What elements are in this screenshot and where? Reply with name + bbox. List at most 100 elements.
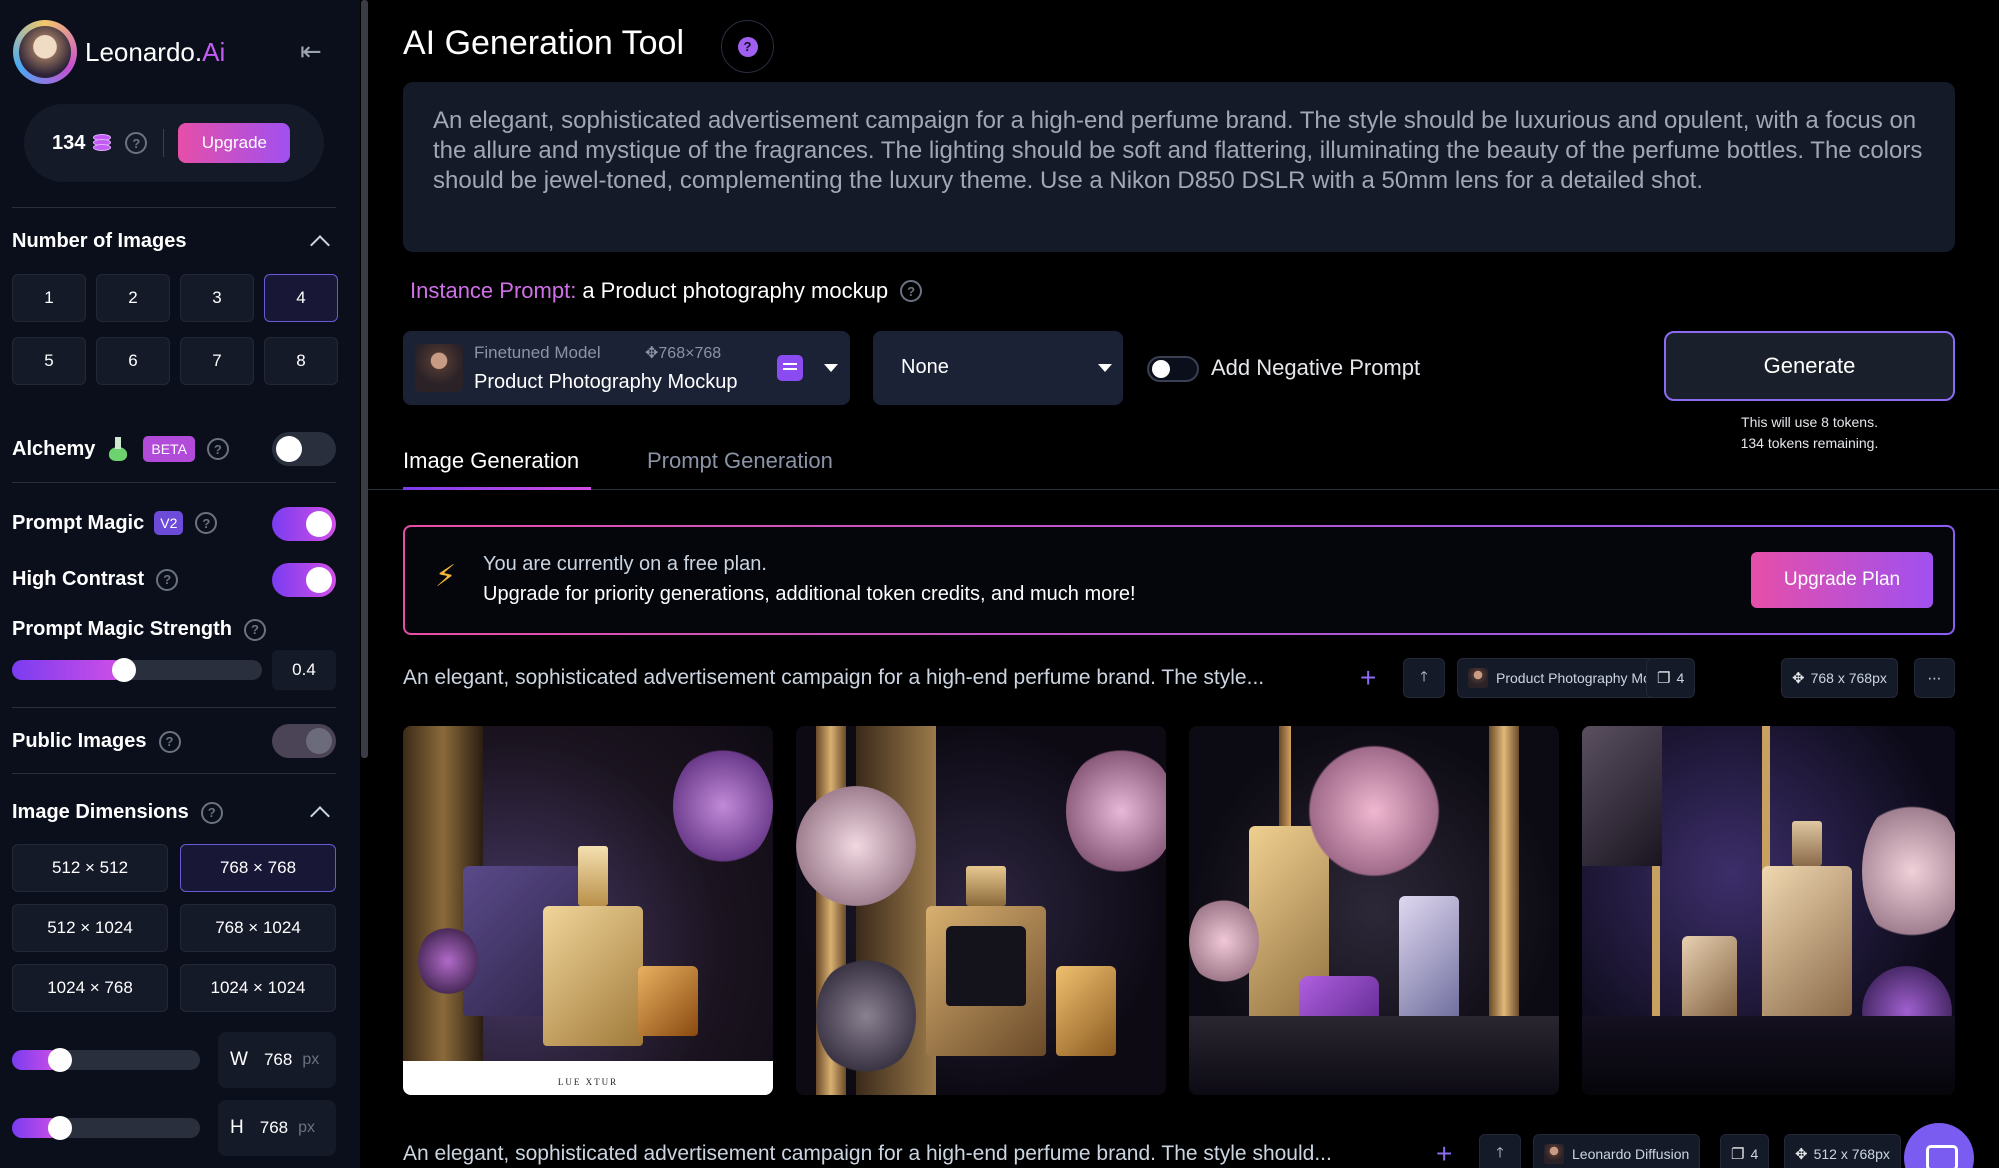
instance-prompt-value: a Product photography mockup (582, 278, 889, 303)
image-dimensions-row[interactable]: Image Dimensions ? (12, 801, 223, 824)
help-button[interactable]: ? (721, 20, 774, 73)
move-icon: ✥ (645, 345, 659, 362)
width-slider[interactable] (12, 1048, 200, 1072)
image-count-chip: ❐ 4 (1720, 1134, 1770, 1168)
size-chip: ✥ 768 x 768px (1781, 658, 1898, 698)
model-details-icon[interactable] (777, 355, 803, 381)
help-icon[interactable]: ? (900, 280, 923, 302)
num-images-7[interactable]: 7 (180, 337, 254, 385)
v2-badge[interactable]: V2 (154, 511, 184, 535)
num-images-8[interactable]: 8 (264, 337, 338, 385)
slider-fill (12, 660, 124, 680)
generation-prompt[interactable]: An elegant, sophisticated advertisement … (403, 1142, 1332, 1166)
brand[interactable]: Leonardo.Ai (13, 20, 225, 84)
dimension-512x1024[interactable]: 512 × 1024 (12, 904, 168, 952)
chat-support-button[interactable] (1904, 1123, 1974, 1168)
upgrade-button[interactable]: Upgrade (178, 123, 291, 163)
prompt-magic-strength-slider[interactable] (12, 658, 262, 682)
sidebar-scrollbar[interactable] (361, 0, 368, 758)
number-of-images-title[interactable]: Number of Images (12, 230, 186, 253)
help-icon[interactable]: ? (158, 730, 181, 753)
num-images-2[interactable]: 2 (96, 274, 170, 322)
prompt-magic-strength-label: Prompt Magic Strength (12, 618, 233, 640)
dimension-512x512[interactable]: 512 × 512 (12, 844, 168, 892)
generate-button[interactable]: Generate (1664, 331, 1955, 401)
help-icon[interactable]: ? (125, 132, 148, 154)
image-count: 4 (1676, 670, 1685, 686)
prompt-magic-strength-row: Prompt Magic Strength ? (12, 618, 267, 641)
more-options-button[interactable]: ⋯ (1914, 658, 1955, 698)
num-images-6[interactable]: 6 (96, 337, 170, 385)
token-count: 134 (52, 131, 86, 154)
arrow-up-icon: 🡑 (1420, 668, 1428, 684)
instance-prompt: Instance Prompt: a Product photography m… (410, 278, 923, 304)
model-thumbnail (415, 344, 463, 392)
style-select[interactable]: None (873, 331, 1123, 405)
beta-badge: BETA (143, 436, 195, 462)
public-images-toggle[interactable] (272, 724, 336, 758)
dimension-1024x1024[interactable]: 1024 × 1024 (180, 964, 336, 1012)
divider (12, 773, 336, 774)
prompt-magic-toggle[interactable] (272, 507, 336, 541)
lightning-icon: ⚡ (435, 560, 457, 593)
help-icon[interactable]: ? (244, 618, 267, 641)
negative-prompt-toggle[interactable] (1147, 356, 1199, 382)
height-value[interactable]: 768 (260, 1118, 288, 1138)
num-images-3[interactable]: 3 (180, 274, 254, 322)
chevron-down-icon (1098, 364, 1112, 372)
alchemy-toggle[interactable] (272, 432, 336, 466)
slider-thumb[interactable] (112, 658, 136, 682)
move-icon: ✥ (1792, 670, 1805, 687)
generated-image[interactable] (1582, 726, 1955, 1095)
free-plan-banner: ⚡ You are currently on a free plan. Upgr… (403, 525, 1955, 635)
arrow-up-button[interactable]: 🡑 (1479, 1134, 1521, 1168)
generated-image[interactable] (796, 726, 1166, 1095)
slider-thumb[interactable] (48, 1048, 72, 1072)
plus-icon[interactable]: + (1436, 1138, 1452, 1168)
plus-icon[interactable]: + (1360, 662, 1376, 694)
model-select[interactable]: Finetuned Model ✥768×768 Product Photogr… (403, 331, 850, 405)
brand-name: Leonardo.Ai (85, 36, 226, 67)
help-icon[interactable]: ? (195, 512, 218, 534)
help-icon[interactable]: ? (156, 568, 179, 591)
help-icon[interactable]: ? (200, 801, 223, 824)
help-icon[interactable]: ? (206, 438, 229, 460)
width-field[interactable]: W 768 px (218, 1032, 336, 1088)
dimension-768x1024[interactable]: 768 × 1024 (180, 904, 336, 952)
negative-prompt-label[interactable]: Add Negative Prompt (1211, 355, 1420, 381)
num-images-5[interactable]: 5 (12, 337, 86, 385)
size-label: 512 x 768px (1813, 1146, 1890, 1162)
model-chip[interactable]: Leonardo Diffusion (1533, 1134, 1701, 1168)
chevron-up-icon[interactable] (310, 235, 330, 255)
generated-image[interactable] (1189, 726, 1559, 1095)
style-value: None (901, 356, 949, 378)
model-resolution: ✥768×768 (645, 343, 721, 363)
prompt-input[interactable]: An elegant, sophisticated advertisement … (403, 82, 1955, 252)
generated-image[interactable]: LUE XTUR (403, 726, 773, 1095)
height-slider[interactable] (12, 1116, 200, 1140)
images-icon: ❐ (1657, 670, 1671, 687)
width-value[interactable]: 768 (264, 1050, 292, 1070)
height-field[interactable]: H 768 px (218, 1100, 336, 1156)
banner-line-2: Upgrade for priority generations, additi… (483, 583, 1136, 605)
upgrade-plan-button[interactable]: Upgrade Plan (1751, 552, 1933, 608)
generation-prompt[interactable]: An elegant, sophisticated advertisement … (403, 666, 1264, 690)
width-label: W (230, 1049, 248, 1070)
num-images-1[interactable]: 1 (12, 274, 86, 322)
dimension-1024x768[interactable]: 1024 × 768 (12, 964, 168, 1012)
divider (163, 129, 165, 157)
tab-prompt-generation[interactable]: Prompt Generation (647, 448, 833, 474)
high-contrast-toggle[interactable] (272, 563, 336, 597)
prompt-magic-strength-value[interactable]: 0.4 (272, 650, 336, 690)
sidebar: Leonardo.Ai ⇤ 134 ? Upgrade Number of Im… (0, 0, 360, 1168)
arrow-up-button[interactable]: 🡑 (1403, 658, 1445, 698)
chevron-up-icon[interactable] (310, 806, 330, 826)
model-thumbnail (1544, 1144, 1564, 1164)
page-title: AI Generation Tool (403, 24, 684, 62)
collapse-sidebar-icon[interactable]: ⇤ (300, 36, 322, 67)
tab-image-generation[interactable]: Image Generation (403, 448, 579, 474)
more-icon: ⋯ (1927, 669, 1942, 686)
slider-thumb[interactable] (48, 1116, 72, 1140)
dimension-768x768[interactable]: 768 × 768 (180, 844, 336, 892)
num-images-4[interactable]: 4 (264, 274, 338, 322)
